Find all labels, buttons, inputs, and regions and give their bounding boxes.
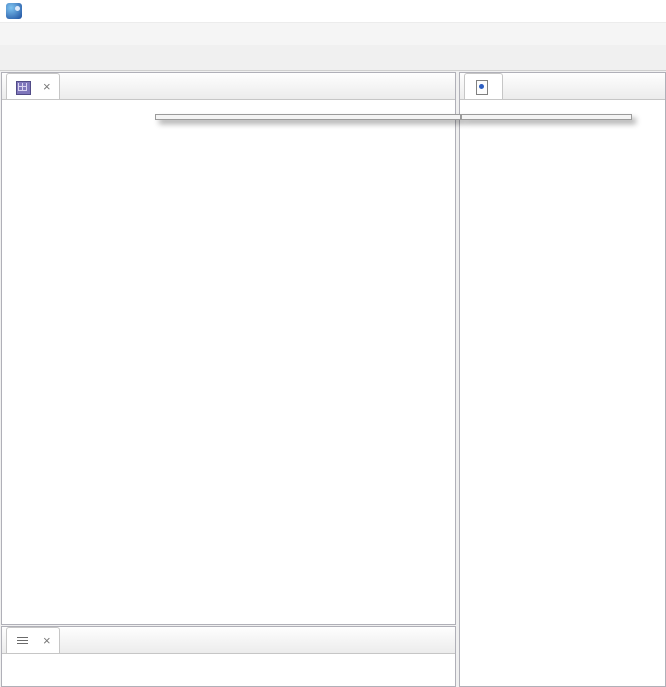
view-toolbar (441, 73, 455, 99)
code-editor[interactable] (460, 100, 665, 686)
close-icon[interactable]: × (43, 79, 51, 94)
outline-icon (15, 633, 31, 649)
outline-content (2, 654, 455, 686)
menubar (0, 23, 666, 45)
lua-file-icon (473, 79, 489, 95)
outline-header: × (2, 627, 455, 654)
editor-header (460, 73, 665, 100)
workbench: × × (0, 71, 666, 687)
editor-panel (459, 72, 666, 687)
close-icon[interactable]: × (43, 633, 51, 648)
context-menu (155, 114, 461, 120)
outline-panel: × (1, 626, 456, 687)
tab-outline[interactable]: × (6, 627, 60, 653)
main-toolbar (0, 45, 666, 71)
script-explorer-icon (15, 79, 31, 95)
lua-app-icon (6, 3, 22, 19)
script-explorer-header: × (2, 73, 455, 100)
project-tree (2, 100, 455, 624)
tab-script-explorer[interactable]: × (6, 73, 60, 99)
script-explorer-panel: × (1, 72, 456, 625)
app-window: × × (0, 0, 666, 71)
new-submenu (461, 114, 632, 120)
titlebar (0, 0, 666, 23)
tab-core-event[interactable] (464, 73, 503, 99)
